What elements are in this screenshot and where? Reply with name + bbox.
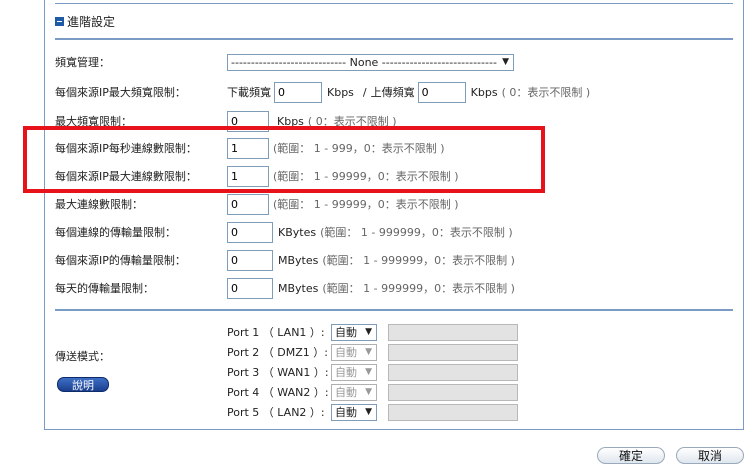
daily-transfer-unit: MBytes <box>278 281 319 295</box>
port-mode-value: 自動 <box>335 326 357 339</box>
row-bandwidth-mgmt: 頻寬管理： ----------------------------- None… <box>55 52 733 72</box>
port-mode-value: 自動 <box>335 406 357 419</box>
port-row: Port 3 （ WAN1 ）: 自動 ▼ <box>55 362 733 382</box>
port-mode-select: 自動 ▼ <box>331 363 377 381</box>
per-ip-transfer-hint: (範圍： 1 - 999999，0：表示不限制 ) <box>322 254 515 267</box>
chevron-down-icon: ▼ <box>365 387 372 397</box>
daily-transfer-label: 每天的傳輸量限制： <box>55 282 154 295</box>
upload-hint: ( 0：表示不限制 ) <box>501 86 591 99</box>
per-conn-transfer-input[interactable] <box>227 221 273 243</box>
bandwidth-mgmt-value: ----------------------------- None -----… <box>231 55 497 69</box>
daily-transfer-hint: (範圍： 1 - 999999，0：表示不限制 ) <box>322 282 515 295</box>
max-conn-hint: (範圍： 1 - 99999，0：表示不限制 ) <box>273 198 459 211</box>
highlight-box <box>23 126 545 193</box>
port-label: Port 1 （ LAN1 ）: <box>227 326 325 339</box>
bandwidth-mgmt-label: 頻寬管理： <box>55 56 110 69</box>
upload-input[interactable] <box>417 81 466 103</box>
row-daily-transfer: 每天的傳輸量限制： MBytes (範圍： 1 - 999999，0：表示不限制… <box>55 277 733 299</box>
row-per-conn-transfer: 每個連線的傳輸量限制： KBytes (範圍： 1 - 999999，0：表示不… <box>55 221 733 243</box>
per-conn-transfer-label: 每個連線的傳輸量限制： <box>55 226 176 239</box>
ok-button[interactable]: 確定 <box>597 447 665 464</box>
section-divider <box>55 38 733 40</box>
per-ip-transfer-label: 每個來源IP的傳輸量限制： <box>55 254 186 267</box>
port-status-box <box>388 363 518 381</box>
download-input[interactable] <box>274 81 322 103</box>
cancel-button[interactable]: 取消 <box>676 447 744 464</box>
download-unit: Kbps <box>327 85 354 99</box>
port-status-box <box>388 323 518 341</box>
row-per-ip-transfer: 每個來源IP的傳輸量限制： MBytes (範圍： 1 - 999999，0：表… <box>55 249 733 271</box>
port-mode-select[interactable]: 自動 ▼ <box>331 323 377 341</box>
per-conn-transfer-hint: (範圍： 1 - 999999，0：表示不限制 ) <box>320 226 513 239</box>
port-mode-value: 自動 <box>335 346 357 359</box>
per-ip-bw-label: 每個來源IP最大頻寬限制： <box>55 86 186 99</box>
chevron-down-icon: ▼ <box>365 347 372 357</box>
advanced-settings-panel: 進階設定 頻寬管理： -----------------------------… <box>44 0 744 430</box>
port-row: Port 4 （ WAN2 ）: 自動 ▼ <box>55 382 733 402</box>
per-ip-transfer-input[interactable] <box>227 249 273 271</box>
port-label: Port 5 （ LAN2 ）: <box>227 406 325 419</box>
port-mode-select[interactable]: 自動 ▼ <box>331 403 377 421</box>
port-mode-value: 自動 <box>335 366 357 379</box>
download-label: 下載頻寬 <box>227 86 271 99</box>
port-row: Port 1 （ LAN1 ）: 自動 ▼ <box>55 322 733 342</box>
section-title: 進階設定 <box>67 14 116 29</box>
row-max-conn: 最大連線數限制： (範圍： 1 - 99999，0：表示不限制 ) <box>55 193 733 215</box>
port-row: Port 5 （ LAN2 ）: 自動 ▼ <box>55 402 733 422</box>
port-status-box <box>388 383 518 401</box>
collapse-minus-icon[interactable] <box>55 16 64 26</box>
port-status-box <box>388 403 518 421</box>
upload-label: 上傳頻寬 <box>370 86 415 99</box>
bandwidth-mgmt-select[interactable]: ----------------------------- None -----… <box>227 53 514 71</box>
transfer-mode-divider <box>55 309 733 311</box>
port-label: Port 2 （ DMZ1 ）: <box>227 346 328 359</box>
chevron-down-icon: ▼ <box>365 407 372 417</box>
port-status-box <box>388 343 518 361</box>
chevron-down-icon: ▼ <box>365 327 372 337</box>
port-mode-select: 自動 ▼ <box>331 383 377 401</box>
upload-unit: Kbps <box>470 85 498 99</box>
chevron-down-icon: ▼ <box>365 367 372 377</box>
max-conn-label: 最大連線數限制： <box>55 198 143 211</box>
top-divider <box>55 3 733 4</box>
separator-slash: / <box>362 85 367 99</box>
per-ip-transfer-unit: MBytes <box>278 253 319 267</box>
port-row: Port 2 （ DMZ1 ）: 自動 ▼ <box>55 342 733 362</box>
port-label: Port 3 （ WAN1 ）: <box>227 366 329 379</box>
port-mode-select: 自動 ▼ <box>331 343 377 361</box>
port-mode-value: 自動 <box>335 386 357 399</box>
section-header[interactable]: 進階設定 <box>55 13 115 29</box>
max-conn-input[interactable] <box>227 193 269 215</box>
chevron-down-icon: ▼ <box>502 57 509 67</box>
daily-transfer-input[interactable] <box>227 277 273 299</box>
port-label: Port 4 （ WAN2 ）: <box>227 386 329 399</box>
row-per-ip-bandwidth: 每個來源IP最大頻寬限制： 下載頻寬 Kbps / 上傳頻寬 Kbps ( 0：… <box>55 81 733 103</box>
per-conn-transfer-unit: KBytes <box>278 225 317 239</box>
